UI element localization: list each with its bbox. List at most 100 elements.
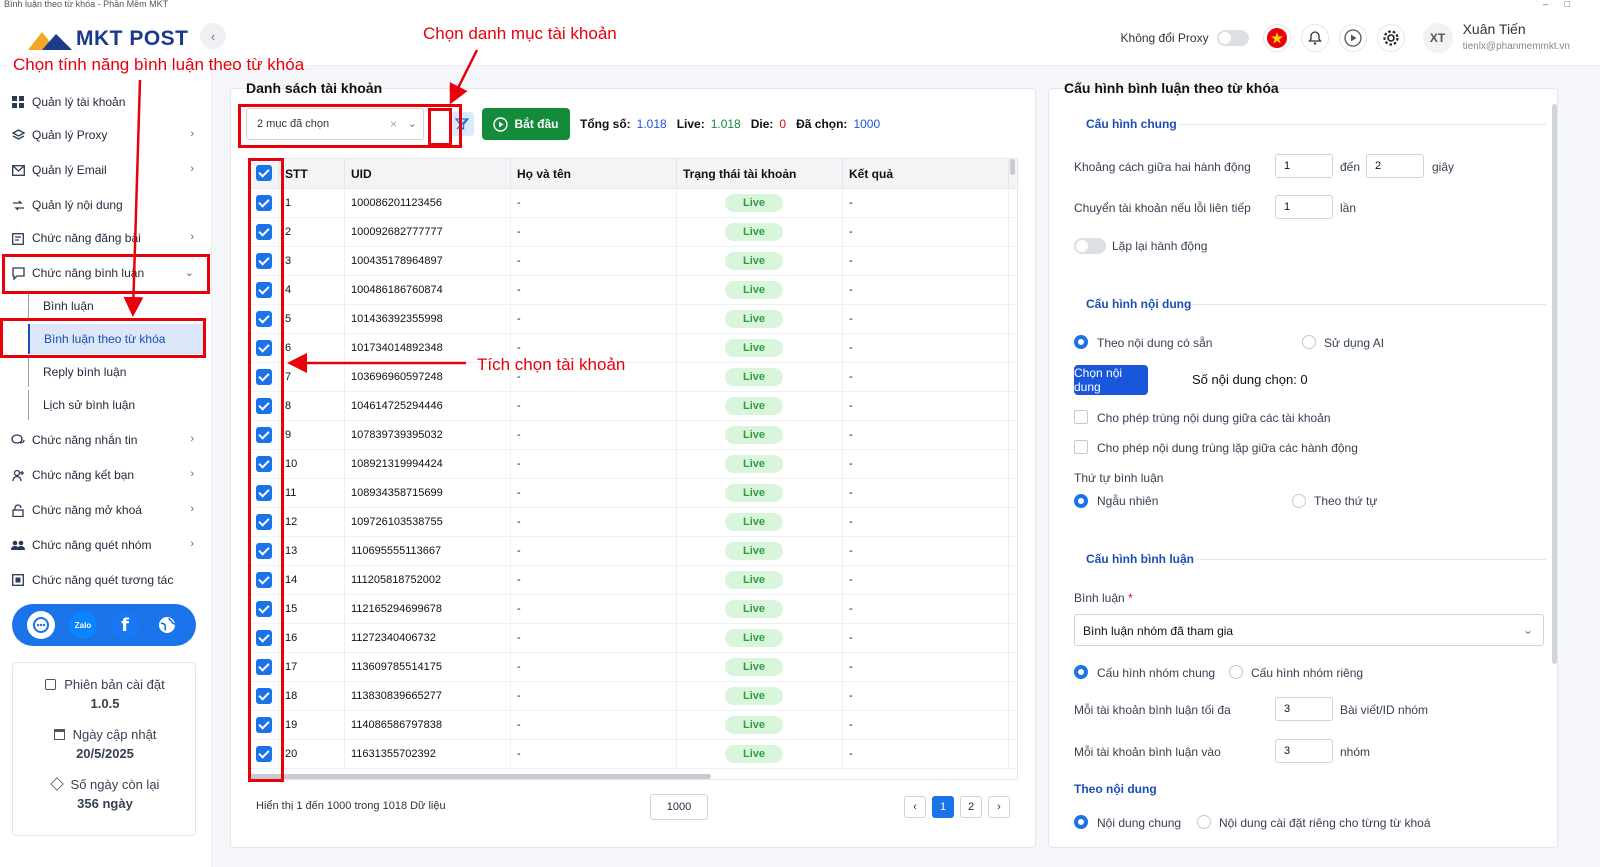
column-header[interactable]: Họ và tên: [511, 159, 677, 189]
minimize-icon[interactable]: –: [1543, 0, 1548, 9]
gear-icon: [1382, 30, 1399, 46]
table-row[interactable]: 5 101436392355998- Live -: [249, 305, 1017, 334]
table-row[interactable]: 17 113609785514175- Live -: [249, 653, 1017, 682]
prev-page-button[interactable]: ‹: [904, 796, 926, 818]
page-size-input[interactable]: 1000: [650, 794, 708, 820]
cell-name: -: [511, 711, 677, 740]
avatar[interactable]: XT: [1422, 23, 1453, 53]
sidebar-item-proxy[interactable]: Quản lý Proxy ›: [10, 119, 202, 151]
comment-into-input[interactable]: 3: [1275, 739, 1333, 763]
table-row[interactable]: 10 108921319994424- Live -: [249, 450, 1017, 479]
allow-duplicate-actions-checkbox[interactable]: [1074, 440, 1088, 454]
table-row[interactable]: 8 104614725294446- Live -: [249, 392, 1017, 421]
table-row[interactable]: 7 103696960597248- Live -: [249, 363, 1017, 392]
start-button[interactable]: Bắt đầu: [482, 108, 570, 140]
stat-1: Live: 1.018: [677, 117, 741, 131]
radio-private-group-config[interactable]: [1229, 665, 1243, 679]
table-row[interactable]: 9 107839739395032- Live -: [249, 421, 1017, 450]
status-badge: Live: [725, 368, 783, 386]
interval-to-input[interactable]: 2: [1366, 154, 1424, 178]
cell-name: -: [511, 189, 677, 218]
zalo-icon[interactable]: Zalo: [69, 611, 97, 639]
support-icon[interactable]: [27, 611, 55, 639]
facebook-icon[interactable]: f: [111, 611, 139, 639]
table-row[interactable]: 13 110695555113667- Live -: [249, 537, 1017, 566]
status-badge: Live: [725, 281, 783, 299]
proxy-toggle[interactable]: [1216, 30, 1249, 46]
language-button[interactable]: [1262, 24, 1291, 52]
column-header[interactable]: Kết quả: [843, 159, 1009, 189]
radio-use-ai[interactable]: [1302, 335, 1316, 349]
sidebar-item-scan-group[interactable]: Chức năng quét nhóm ›: [10, 529, 202, 561]
switch-account-input[interactable]: 1: [1275, 195, 1333, 219]
notification-button[interactable]: [1300, 24, 1329, 52]
table-row[interactable]: 16 11272340406732- Live -: [249, 624, 1017, 653]
radio-common-group-config[interactable]: [1074, 665, 1088, 679]
maximize-icon[interactable]: □: [1565, 0, 1570, 9]
column-header[interactable]: UID: [345, 159, 511, 189]
collapse-sidebar-button[interactable]: ‹: [200, 23, 226, 49]
max-comments-input[interactable]: 3: [1275, 697, 1333, 721]
column-header[interactable]: Trạng thái tài khoản: [677, 159, 843, 189]
repeat-action-toggle[interactable]: [1074, 238, 1106, 254]
page-button-2[interactable]: 2: [960, 796, 982, 818]
cell-status: Live: [677, 479, 843, 508]
table-row[interactable]: 20 11631355702392- Live -: [249, 740, 1017, 769]
update-value: 20/5/2025: [76, 746, 134, 761]
sidebar-item-email[interactable]: Quản lý Email ›: [10, 154, 202, 186]
vertical-scrollbar[interactable]: [1010, 159, 1015, 175]
table-row[interactable]: 12 109726103538755- Live -: [249, 508, 1017, 537]
radio-order-random[interactable]: [1074, 494, 1088, 508]
user-info[interactable]: Xuân Tiến tienlx@phanmemmkt.vn: [1463, 21, 1570, 55]
cell-stt: 2: [279, 218, 345, 247]
highlight-checkbox-column: [248, 158, 284, 782]
table-row[interactable]: 1 100086201123456- Live -: [249, 189, 1017, 218]
add-friend-icon: [10, 467, 26, 483]
table-row[interactable]: 3 100435178964897- Live -: [249, 247, 1017, 276]
config-scrollbar[interactable]: [1552, 104, 1557, 664]
radio-order-sequential[interactable]: [1292, 494, 1306, 508]
table-row[interactable]: 14 111205818752002- Live -: [249, 566, 1017, 595]
page-button-1[interactable]: 1: [932, 796, 954, 818]
sidebar-item-posting[interactable]: Chức năng đăng bài ›: [10, 222, 202, 254]
sidebar-item-add-friend[interactable]: Chức năng kết bạn ›: [10, 459, 202, 491]
account-list-title: Danh sách tài khoản: [246, 80, 383, 96]
sidebar-sub-reply-comment[interactable]: Reply bình luận: [28, 357, 204, 387]
settings-button[interactable]: [1376, 24, 1405, 52]
cell-result: -: [843, 189, 1009, 218]
choose-content-button[interactable]: Chọn nội dung: [1074, 365, 1148, 395]
table-row[interactable]: 4 100486186760874- Live -: [249, 276, 1017, 305]
radio-existing-content[interactable]: [1074, 335, 1088, 349]
cell-result: -: [843, 363, 1009, 392]
column-header[interactable]: STT: [279, 159, 345, 189]
chevron-down-icon: ⌄: [1522, 623, 1533, 637]
radio-common-content[interactable]: [1074, 815, 1088, 829]
table-row[interactable]: 2 100092682777777- Live -: [249, 218, 1017, 247]
table-row[interactable]: 11 108934358715699- Live -: [249, 479, 1017, 508]
allow-duplicate-accounts-checkbox[interactable]: [1074, 410, 1088, 424]
globe-icon[interactable]: [153, 611, 181, 639]
cell-result: -: [843, 334, 1009, 363]
to-label: đến: [1340, 160, 1361, 174]
chevron-right-icon: ›: [190, 231, 194, 243]
radio-private-content[interactable]: [1197, 815, 1211, 829]
sidebar-sub-comment-history[interactable]: Lịch sử bình luận: [28, 390, 204, 420]
table-row[interactable]: 6 101734014892348- Live -: [249, 334, 1017, 363]
sidebar-item-unlock[interactable]: Chức năng mở khoá ›: [10, 494, 202, 526]
interval-from-input[interactable]: 1: [1275, 154, 1333, 178]
table-row[interactable]: 19 114086586797838- Live -: [249, 711, 1017, 740]
status-badge: Live: [725, 571, 783, 589]
sidebar-item-accounts[interactable]: Quản lý tài khoản: [10, 86, 202, 118]
play-tutorial-button[interactable]: [1338, 24, 1367, 52]
sidebar-item-content[interactable]: Quản lý nội dung: [10, 189, 202, 221]
sidebar-sub-comment[interactable]: Bình luận: [28, 291, 204, 321]
comment-type-select[interactable]: Bình luận nhóm đã tham gia ⌄: [1074, 614, 1544, 646]
next-page-button[interactable]: ›: [988, 796, 1010, 818]
horizontal-scrollbar[interactable]: [249, 774, 711, 779]
sidebar-item-label: Chức năng quét nhóm: [32, 538, 152, 552]
sidebar-item-messaging[interactable]: Chức năng nhắn tin ›: [10, 424, 202, 456]
table-row[interactable]: 18 113830839665277- Live -: [249, 682, 1017, 711]
table-row[interactable]: 15 112165294699678- Live -: [249, 595, 1017, 624]
sidebar-item-scan-interaction[interactable]: Chức năng quét tương tác: [10, 564, 202, 596]
comment-into-label: Mỗi tài khoản bình luận vào: [1074, 745, 1221, 759]
